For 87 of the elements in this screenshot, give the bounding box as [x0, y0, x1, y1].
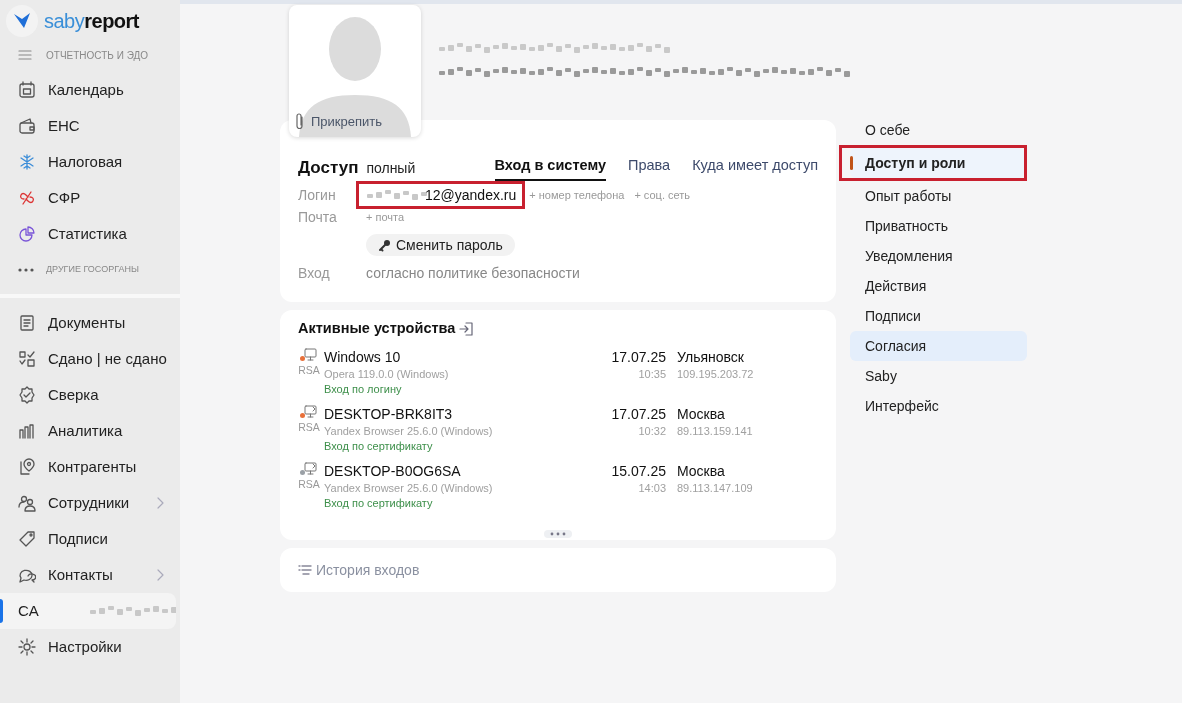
nav-item[interactable]: О себе	[850, 115, 1027, 145]
time-text: 10:32	[638, 424, 666, 439]
access-level: полный	[366, 158, 416, 178]
section-title: Доступ	[298, 157, 359, 180]
checklist-icon	[18, 350, 36, 368]
time-text: 10:35	[638, 367, 666, 382]
sidebar-item[interactable]: Контрагенты	[0, 455, 180, 479]
computer-icon	[301, 348, 317, 362]
list-icon	[298, 564, 312, 576]
tab[interactable]: Права	[628, 154, 671, 182]
device-name[interactable]: Windows 10	[324, 348, 574, 366]
date-text: 17.07.25	[611, 348, 666, 366]
sidebar-item[interactable]: ЕНС	[0, 108, 180, 144]
snowflake-icon	[18, 153, 36, 171]
remote-computer-icon	[301, 405, 317, 419]
sidebar-item[interactable]: Сотрудники	[0, 491, 180, 515]
ip-address: 109.195.203.72	[677, 367, 754, 382]
remote-computer-icon	[301, 462, 317, 476]
menu-icon	[18, 50, 32, 60]
check-badge-icon	[18, 386, 36, 404]
sidebar-item[interactable]: Налоговая	[0, 144, 180, 180]
tag-icon	[18, 530, 36, 548]
wallet-icon	[18, 117, 36, 135]
chevron-icon	[156, 496, 164, 510]
login-method: Вход по логину	[324, 382, 403, 396]
sidebar-item[interactable]: Календарь	[0, 72, 180, 108]
nav-item[interactable]: Saby	[850, 361, 1027, 391]
nav-item[interactable]: Приватность	[850, 211, 1027, 241]
ip-address: 89.113.159.141	[677, 424, 753, 439]
browser-text: Yandex Browser 25.6.0 (Windows)	[324, 481, 494, 496]
logo-icon	[6, 5, 38, 37]
logo-text[interactable]: sabyreport	[44, 6, 140, 36]
sign-in-icon	[459, 322, 474, 336]
field-label: Логин	[298, 185, 337, 205]
tab[interactable]: Вход в систему	[494, 154, 606, 182]
field-label: Вход	[298, 263, 331, 283]
change-password-button[interactable]: Сменить пароль	[366, 234, 515, 256]
login-method: Вход по сертификату	[324, 439, 434, 453]
people-icon	[18, 494, 36, 512]
pie-chart-icon	[18, 225, 36, 243]
time-text: 14:03	[638, 481, 666, 496]
redacted-text-drawing	[365, 189, 427, 201]
date-text: 17.07.25	[611, 405, 666, 423]
sidebar-item[interactable]: Документы	[0, 311, 180, 335]
sidebar-item[interactable]: Настройки	[0, 635, 180, 659]
nav-item[interactable]: Интерфейс	[850, 391, 1027, 421]
sidebar-item[interactable]: Подписи	[0, 527, 180, 551]
location-icon	[18, 458, 36, 476]
date-text: 15.07.25	[611, 462, 666, 480]
key-type-label: RSA	[298, 420, 320, 435]
key-type-label: RSA	[298, 363, 320, 378]
device-name[interactable]: DESKTOP-B0OG6SA	[324, 462, 574, 480]
document-icon	[18, 314, 36, 332]
paperclip-icon	[295, 112, 305, 131]
sidebar-item[interactable]: Статистика	[0, 216, 180, 252]
sidebar-item[interactable]: Аналитика	[0, 419, 180, 443]
more-icon	[18, 268, 34, 272]
ip-address: 89.113.147.109	[677, 481, 753, 496]
sidebar-item[interactable]: Сдано | не сдано	[0, 347, 180, 371]
nav-item[interactable]: Опыт работы	[850, 181, 1027, 211]
field-value: согласно политике безопасности	[366, 263, 580, 283]
nav-item[interactable]: Доступ и роли	[850, 148, 1024, 178]
city-text: Ульяновск	[677, 348, 745, 366]
more-icon	[544, 530, 572, 538]
sidebar-item[interactable]: Контакты	[0, 563, 180, 587]
bar-chart-icon	[18, 422, 36, 440]
nav-item[interactable]: Согласия	[850, 331, 1027, 361]
chevron-icon	[156, 568, 164, 582]
nav-item[interactable]: Действия	[850, 271, 1027, 301]
login-method: Вход по сертификату	[324, 496, 434, 510]
device-name[interactable]: DESKTOP-BRK8IT3	[324, 405, 574, 423]
city-text: Москва	[677, 405, 726, 423]
sidebar-item[interactable]: СФР	[0, 180, 180, 216]
nav-item[interactable]: Уведомления	[850, 241, 1027, 271]
section-title: Активные устройства	[298, 319, 456, 339]
tab[interactable]: Куда имеет доступ	[692, 154, 818, 182]
browser-text: Opera 119.0.0 (Windows)	[324, 367, 450, 382]
key-icon	[378, 238, 391, 252]
login-text: 12@yandex.ru	[425, 185, 517, 205]
key-type-label: RSA	[298, 477, 320, 492]
field-label: Почта	[298, 207, 338, 227]
nav-item[interactable]: Подписи	[850, 301, 1027, 331]
sidebar-item[interactable]: Сверка	[0, 383, 180, 407]
avatar-card[interactable]: Прикрепить	[289, 5, 421, 137]
calendar-icon	[18, 81, 36, 99]
city-text: Москва	[677, 462, 726, 480]
browser-text: Yandex Browser 25.6.0 (Windows)	[324, 424, 494, 439]
